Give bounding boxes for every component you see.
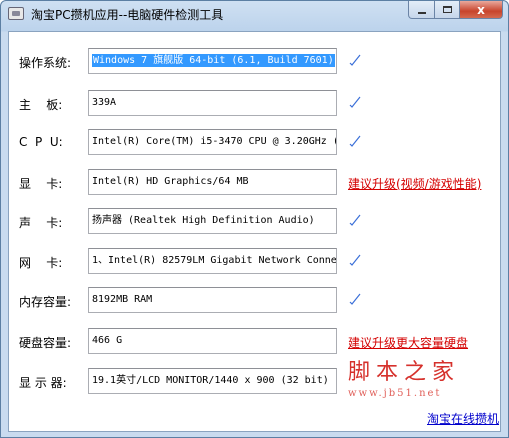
row-os: 操作系统: Windows 7 旗舰版 64-bit (6.1, Build 7… <box>9 48 500 76</box>
network-label: 网 卡: <box>19 256 63 270</box>
disk-upgrade-link[interactable]: 建议升级更大容量硬盘 <box>348 334 468 351</box>
row-memory: 内存容量: 8192MB RAM <box>9 287 500 315</box>
graphics-field[interactable]: Intel(R) HD Graphics/64 MB <box>88 169 337 195</box>
memory-field[interactable]: 8192MB RAM <box>88 287 337 313</box>
title-bar[interactable]: 淘宝PC攒机应用--电脑硬件检测工具 x <box>1 1 508 27</box>
check-icon <box>349 214 361 226</box>
maximize-icon <box>442 6 452 13</box>
cpu-field[interactable]: Intel(R) Core(TM) i5-3470 CPU @ 3.20GHz … <box>88 129 337 155</box>
os-field[interactable]: Windows 7 旗舰版 64-bit (6.1, Build 7601) <box>88 48 337 74</box>
check-icon <box>349 135 361 147</box>
memory-label: 内存容量: <box>19 295 72 309</box>
hardware-panel: 操作系统: Windows 7 旗舰版 64-bit (6.1, Build 7… <box>8 31 501 432</box>
os-label: 操作系统: <box>19 56 72 70</box>
row-graphics: 显 卡: Intel(R) HD Graphics/64 MB 建议升级(视频/… <box>9 169 500 197</box>
os-value: Windows 7 旗舰版 64-bit (6.1, Build 7601) <box>92 54 335 67</box>
graphics-upgrade-link[interactable]: 建议升级(视频/游戏性能) <box>348 175 481 192</box>
audio-label: 声 卡: <box>19 216 63 230</box>
motherboard-label: 主 板: <box>19 98 63 112</box>
check-icon <box>349 54 361 66</box>
row-disk: 硬盘容量: 466 G 建议升级更大容量硬盘 <box>9 328 500 356</box>
disk-label: 硬盘容量: <box>19 336 72 350</box>
graphics-label: 显 卡: <box>19 177 63 191</box>
check-icon <box>349 254 361 266</box>
close-button[interactable]: x <box>459 1 503 19</box>
close-icon: x <box>477 2 485 17</box>
disk-field[interactable]: 466 G <box>88 328 337 354</box>
window-title: 淘宝PC攒机应用--电脑硬件检测工具 <box>31 8 224 22</box>
row-cpu: C P U: Intel(R) Core(TM) i5-3470 CPU @ 3… <box>9 129 500 157</box>
app-window: 淘宝PC攒机应用--电脑硬件检测工具 x 操作系统: Windows 7 旗舰版… <box>0 0 509 438</box>
monitor-field[interactable]: 19.1英寸/LCD MONITOR/1440 x 900 (32 bit) <box>88 368 337 394</box>
minimize-icon <box>417 11 426 14</box>
minimize-button[interactable] <box>408 1 435 19</box>
maximize-button[interactable] <box>434 1 460 19</box>
app-icon[interactable] <box>8 7 24 20</box>
network-field[interactable]: 1、Intel(R) 82579LM Gigabit Network Conne <box>88 248 337 274</box>
row-network: 网 卡: 1、Intel(R) 82579LM Gigabit Network … <box>9 248 500 276</box>
watermark-text: 脚本之家 <box>348 360 461 385</box>
row-motherboard: 主 板: 339A <box>9 90 500 118</box>
taobao-online-build-link[interactable]: 淘宝在线攒机 <box>427 410 499 427</box>
watermark: 脚本之家 www.jb51.net <box>348 354 460 399</box>
cpu-label: C P U: <box>19 135 63 149</box>
check-icon <box>349 293 361 305</box>
audio-field[interactable]: 扬声器 (Realtek High Definition Audio) <box>88 208 337 234</box>
motherboard-field[interactable]: 339A <box>88 90 337 116</box>
check-icon <box>349 96 361 108</box>
watermark-url: www.jb51.net <box>348 388 442 399</box>
monitor-label: 显 示 器: <box>19 376 67 390</box>
row-audio: 声 卡: 扬声器 (Realtek High Definition Audio) <box>9 208 500 236</box>
